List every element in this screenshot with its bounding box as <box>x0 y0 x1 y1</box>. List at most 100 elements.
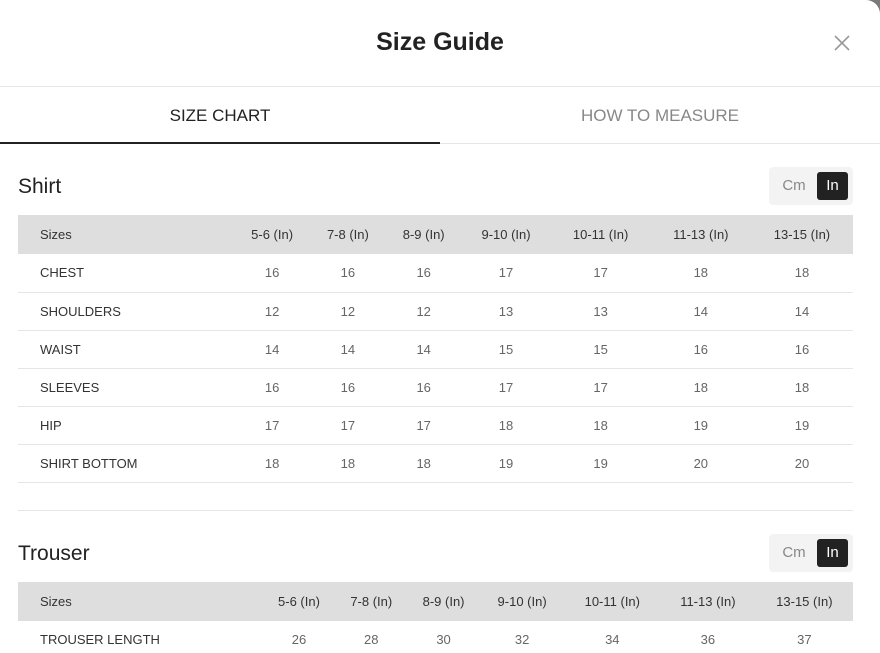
table-cell: 19 <box>461 444 551 483</box>
table-cell: 19 <box>750 406 853 445</box>
table-cell: 37 <box>755 621 853 653</box>
column-header: 10-11 (In) <box>584 594 640 609</box>
column-header: 13-15 (In) <box>773 227 831 242</box>
table-row: WAIST 14 14 14 15 15 16 16 <box>18 330 853 369</box>
column-header: 5-6 (In) <box>251 227 294 242</box>
table-row: SHOULDERS 12 12 12 13 13 14 14 <box>18 292 853 331</box>
trouser-unit-in-button[interactable]: In <box>817 539 848 567</box>
table-cell: 16 <box>310 254 386 293</box>
table-row: TROUSER LENGTH 26 28 30 32 34 36 37 <box>18 621 853 653</box>
table-cell: 12 <box>385 292 462 331</box>
table-header-row: Sizes 5-6 (In) 7-8 (In) 8-9 (In) 9-10 (I… <box>18 215 853 254</box>
row-label: CHEST <box>18 254 235 293</box>
trouser-unit-toggle: Cm In <box>769 534 853 572</box>
table-cell: 32 <box>479 621 565 653</box>
section-divider <box>18 510 853 511</box>
table-cell: 17 <box>385 406 462 445</box>
column-header: Sizes <box>40 594 72 609</box>
table-cell: 18 <box>750 368 853 407</box>
column-header: 7-8 (In) <box>350 594 393 609</box>
table-cell: 19 <box>650 406 751 445</box>
trouser-section: Trouser Cm In Sizes 5-6 (In) 7-8 (In) 8-… <box>18 534 853 653</box>
shirt-unit-toggle: Cm In <box>769 167 853 205</box>
shirt-unit-cm-button[interactable]: Cm <box>777 172 811 200</box>
close-icon[interactable] <box>832 33 852 53</box>
tab-bar: SIZE CHART HOW TO MEASURE <box>0 87 880 144</box>
table-cell: 18 <box>650 368 751 407</box>
table-cell: 17 <box>461 254 551 293</box>
tab-how-to-measure[interactable]: HOW TO MEASURE <box>440 87 880 143</box>
table-cell: 14 <box>385 330 462 369</box>
row-label: SHOULDERS <box>18 292 235 331</box>
table-cell: 14 <box>310 330 386 369</box>
table-cell: 18 <box>234 444 310 483</box>
table-cell: 18 <box>310 444 386 483</box>
table-cell: 17 <box>234 406 310 445</box>
row-label: TROUSER LENGTH <box>18 621 263 653</box>
table-cell: 14 <box>750 292 853 331</box>
table-cell: 15 <box>461 330 551 369</box>
column-header: 9-10 (In) <box>497 594 547 609</box>
shirt-section-header: Shirt Cm In <box>18 167 853 215</box>
shirt-unit-in-button[interactable]: In <box>817 172 848 200</box>
table-cell: 15 <box>550 330 651 369</box>
table-cell: 14 <box>234 330 310 369</box>
trouser-title: Trouser <box>18 542 90 565</box>
trouser-section-header: Trouser Cm In <box>18 534 853 582</box>
column-header: 13-15 (In) <box>776 594 833 609</box>
table-cell: 18 <box>750 254 853 293</box>
column-header: Sizes <box>40 227 72 242</box>
table-cell: 20 <box>650 444 751 483</box>
row-label: SHIRT BOTTOM <box>18 444 235 483</box>
table-cell: 16 <box>385 368 462 407</box>
column-header: 11-13 (In) <box>673 227 729 242</box>
table-cell: 13 <box>461 292 551 331</box>
shirt-size-table: Sizes 5-6 (In) 7-8 (In) 8-9 (In) 9-10 (I… <box>18 215 853 483</box>
table-row: CHEST 16 16 16 17 17 18 18 <box>18 254 853 293</box>
table-row: SHIRT BOTTOM 18 18 18 19 19 20 20 <box>18 444 853 483</box>
table-cell: 12 <box>310 292 386 331</box>
tab-size-chart[interactable]: SIZE CHART <box>0 87 440 144</box>
table-cell: 16 <box>650 330 751 369</box>
table-cell: 18 <box>550 406 651 445</box>
column-header: 8-9 (In) <box>402 227 445 242</box>
table-cell: 17 <box>310 406 386 445</box>
size-guide-modal: Size Guide SIZE CHART HOW TO MEASURE Shi… <box>0 0 880 653</box>
table-cell: 20 <box>750 444 853 483</box>
table-cell: 36 <box>660 621 756 653</box>
table-cell: 12 <box>234 292 310 331</box>
table-cell: 16 <box>385 254 462 293</box>
table-header-row: Sizes 5-6 (In) 7-8 (In) 8-9 (In) 9-10 (I… <box>18 582 853 621</box>
modal-title: Size Guide <box>376 28 504 56</box>
shirt-section: Shirt Cm In Sizes 5-6 (In) 7-8 (In) 8-9 … <box>18 167 853 483</box>
table-cell: 16 <box>234 368 310 407</box>
table-cell: 18 <box>385 444 462 483</box>
row-label: SLEEVES <box>18 368 235 407</box>
table-cell: 34 <box>564 621 661 653</box>
column-header: 10-11 (In) <box>572 227 629 242</box>
table-cell: 30 <box>407 621 480 653</box>
column-header: 9-10 (In) <box>481 227 531 242</box>
table-cell: 18 <box>461 406 551 445</box>
column-header: 7-8 (In) <box>326 227 369 242</box>
column-header: 5-6 (In) <box>278 594 320 609</box>
trouser-unit-cm-button[interactable]: Cm <box>777 539 811 567</box>
column-header: 8-9 (In) <box>422 594 465 609</box>
table-row: HIP 17 17 17 18 18 19 19 <box>18 406 853 445</box>
table-cell: 16 <box>310 368 386 407</box>
table-cell: 17 <box>550 254 651 293</box>
table-cell: 14 <box>650 292 751 331</box>
shirt-title: Shirt <box>18 175 62 198</box>
table-cell: 16 <box>234 254 310 293</box>
trouser-size-table: Sizes 5-6 (In) 7-8 (In) 8-9 (In) 9-10 (I… <box>18 582 853 653</box>
table-cell: 13 <box>550 292 651 331</box>
table-cell: 16 <box>750 330 853 369</box>
modal-header: Size Guide <box>0 0 880 87</box>
table-cell: 19 <box>550 444 651 483</box>
column-header: 11-13 (In) <box>680 594 736 609</box>
table-cell: 28 <box>335 621 408 653</box>
table-cell: 26 <box>262 621 336 653</box>
table-cell: 17 <box>461 368 551 407</box>
table-row: SLEEVES 16 16 16 17 17 18 18 <box>18 368 853 407</box>
row-label: WAIST <box>18 330 235 369</box>
